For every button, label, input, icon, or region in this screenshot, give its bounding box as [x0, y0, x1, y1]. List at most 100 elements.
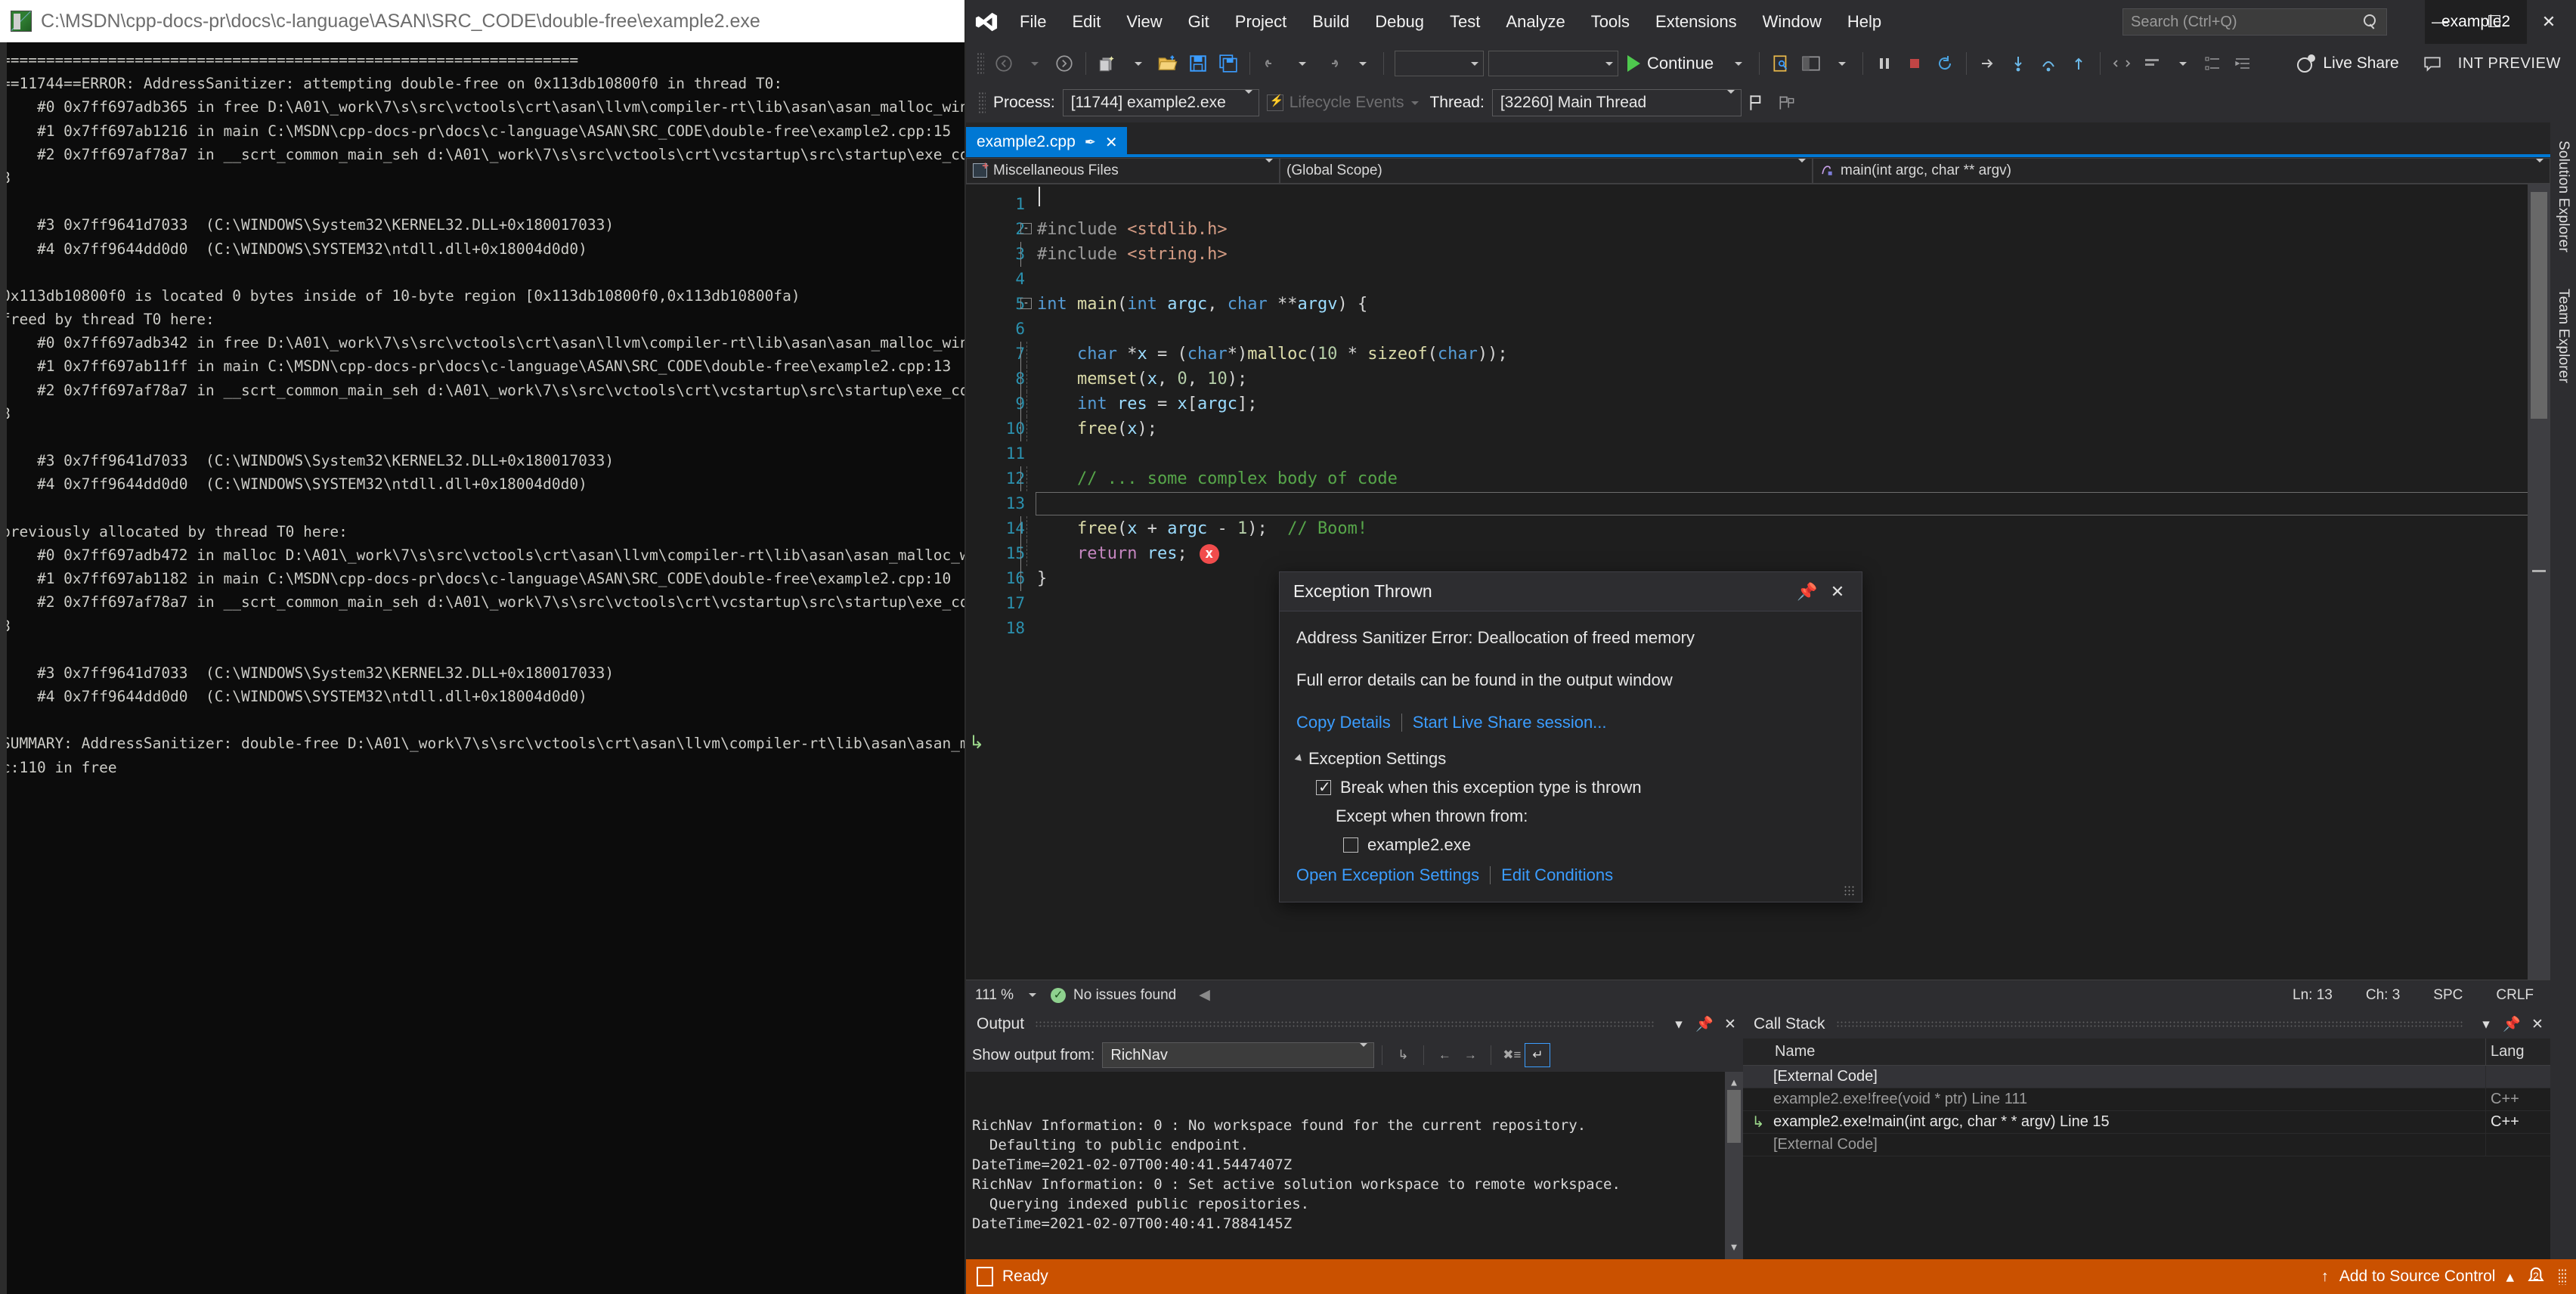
- navigate-forward-icon[interactable]: [1049, 48, 1079, 79]
- code-line[interactable]: 11: [990, 441, 2550, 466]
- menu-item-edit[interactable]: Edit: [1059, 0, 1113, 44]
- pin-icon[interactable]: 📌: [2499, 1015, 2525, 1033]
- step-out-icon[interactable]: [2064, 48, 2094, 79]
- console-scrollbar[interactable]: [0, 42, 7, 1294]
- code-line[interactable]: 3 #include <string.h>: [990, 242, 2550, 267]
- comment-icon[interactable]: [2107, 48, 2137, 79]
- attach-to-process-icon[interactable]: [1766, 48, 1796, 79]
- code-line[interactable]: 12 // ... some complex body of code: [990, 466, 2550, 491]
- navbar-scope-combo[interactable]: (Global Scope): [1280, 157, 1813, 184]
- close-icon[interactable]: ✕: [1717, 1016, 1743, 1033]
- outline-icon[interactable]: [2197, 48, 2228, 79]
- lifecycle-events-dropdown[interactable]: Lifecycle Events: [1266, 94, 1420, 112]
- zoom-combo[interactable]: 111 %: [966, 987, 1051, 1004]
- menu-item-analyze[interactable]: Analyze: [1493, 0, 1577, 44]
- menu-item-debug[interactable]: Debug: [1362, 0, 1437, 44]
- call-stack-row[interactable]: ↳ example2.exe!main(int argc, char * * ar…: [1743, 1111, 2550, 1134]
- redo-icon[interactable]: [1317, 48, 1347, 79]
- editor-vertical-scrollbar[interactable]: [2528, 184, 2550, 980]
- issues-nav-left-icon[interactable]: ◀: [1176, 986, 1210, 1004]
- minimize-button[interactable]: —: [2413, 0, 2467, 44]
- pin-icon[interactable]: ✒: [1085, 135, 1096, 150]
- redo-dropdown-icon[interactable]: [1347, 48, 1377, 79]
- call-stack-row[interactable]: [External Code]: [1743, 1066, 2550, 1088]
- scrollbar-thumb[interactable]: [1727, 1090, 1741, 1143]
- code-line[interactable]: 7 char *x = (char*)malloc(10 * sizeof(ch…: [990, 342, 2550, 367]
- code-line[interactable]: 15 return res; x: [990, 541, 2550, 566]
- save-icon[interactable]: [1183, 48, 1213, 79]
- next-message-icon[interactable]: →: [1457, 1043, 1483, 1067]
- platform-combo[interactable]: [1488, 51, 1618, 76]
- undo-dropdown-icon[interactable]: [1286, 48, 1317, 79]
- close-button[interactable]: ✕: [2522, 0, 2576, 44]
- menu-item-tools[interactable]: Tools: [1578, 0, 1643, 44]
- code-line[interactable]: 13: [990, 187, 2550, 516]
- uncomment-icon[interactable]: [2137, 48, 2167, 79]
- break-when-thrown-checkbox[interactable]: [1316, 778, 1331, 797]
- uncomment-dropdown-icon[interactable]: [2167, 48, 2197, 79]
- window-layout-dropdown-icon[interactable]: [1826, 48, 1856, 79]
- quick-launch-search[interactable]: [2122, 8, 2387, 36]
- code-text-area[interactable]: 1 2 #include <stdlib.h> -3 #include <string.…: [990, 184, 2550, 980]
- call-stack-row[interactable]: [External Code]: [1743, 1134, 2550, 1156]
- copy-details-link[interactable]: Copy Details: [1296, 713, 1391, 732]
- menu-item-view[interactable]: View: [1113, 0, 1175, 44]
- start-live-share-link[interactable]: Start Live Share session...: [1413, 713, 1607, 732]
- menu-item-project[interactable]: Project: [1222, 0, 1299, 44]
- code-line[interactable]: 9 int res = x[argc];: [990, 392, 2550, 416]
- navigate-backward-icon[interactable]: [989, 48, 1019, 79]
- close-icon[interactable]: ✕: [1105, 133, 1118, 152]
- configuration-combo[interactable]: [1395, 51, 1484, 76]
- scroll-down-icon[interactable]: ▼: [1725, 1238, 1743, 1258]
- go-to-message-icon[interactable]: ↳: [1390, 1043, 1416, 1067]
- restart-icon[interactable]: [1930, 48, 1960, 79]
- break-when-thrown-row[interactable]: Break when this exception type is thrown: [1316, 778, 1845, 797]
- output-text[interactable]: RichNav Information: 0 : No workspace fo…: [966, 1072, 1743, 1259]
- code-line[interactable]: 1: [990, 192, 2550, 217]
- stop-debugging-icon[interactable]: [1899, 48, 1930, 79]
- menu-item-window[interactable]: Window: [1750, 0, 1834, 44]
- menu-item-git[interactable]: Git: [1175, 0, 1222, 44]
- output-source-combo[interactable]: RichNav: [1102, 1042, 1375, 1068]
- resize-grip[interactable]: [2558, 1268, 2567, 1285]
- show-threads-icon[interactable]: [1772, 88, 1802, 118]
- exception-thrown-popup[interactable]: Exception Thrown 📌 ✕ Address Sanitizer E…: [1279, 571, 1862, 902]
- toolbar-grip[interactable]: [977, 52, 984, 75]
- new-project-icon[interactable]: [1092, 48, 1122, 79]
- menu-item-build[interactable]: Build: [1299, 0, 1362, 44]
- open-exception-settings-link[interactable]: Open Exception Settings: [1296, 865, 1479, 885]
- debugbar-grip[interactable]: [978, 91, 986, 114]
- search-input[interactable]: [2131, 13, 2362, 31]
- menu-item-test[interactable]: Test: [1437, 0, 1493, 44]
- panel-menu-icon[interactable]: ▾: [1666, 1016, 1692, 1033]
- panel-menu-icon[interactable]: ▾: [2473, 1016, 2499, 1033]
- show-next-statement-icon[interactable]: [1973, 48, 2003, 79]
- flag-thread-icon[interactable]: [1742, 88, 1772, 118]
- continue-button[interactable]: Continue: [1618, 48, 1723, 79]
- new-project-dropdown-icon[interactable]: [1122, 48, 1153, 79]
- panel-drag-dots[interactable]: [1035, 1020, 1655, 1028]
- navigate-backward-dropdown-icon[interactable]: [1019, 48, 1049, 79]
- add-to-source-control-button[interactable]: Add to Source Control: [2339, 1268, 2496, 1286]
- menu-item-extensions[interactable]: Extensions: [1643, 0, 1750, 44]
- code-line[interactable]: 8 memset(x, 0, 10);: [990, 367, 2550, 392]
- notifications-button[interactable]: 2: [2525, 1265, 2547, 1288]
- save-all-icon[interactable]: [1213, 48, 1243, 79]
- code-line[interactable]: 4: [990, 267, 2550, 292]
- navbar-project-combo[interactable]: Miscellaneous Files: [966, 157, 1280, 184]
- fold-toggle-icon[interactable]: -: [1020, 298, 1032, 309]
- toggle-word-wrap-icon[interactable]: ↵: [1525, 1043, 1551, 1067]
- sidebar-item-solution-explorer[interactable]: Solution Explorer: [2553, 133, 2573, 260]
- process-combo[interactable]: [11744] example2.exe: [1062, 89, 1259, 116]
- previous-message-icon[interactable]: ←: [1432, 1043, 1457, 1067]
- feedback-icon[interactable]: [2417, 48, 2448, 79]
- maximize-button[interactable]: ☐: [2467, 0, 2522, 44]
- live-share-button[interactable]: Live Share: [2290, 48, 2406, 79]
- window-layout-icon[interactable]: [1796, 48, 1826, 79]
- step-into-icon[interactable]: [2003, 48, 2033, 79]
- exception-settings-expander[interactable]: Exception Settings: [1294, 749, 1845, 769]
- open-file-icon[interactable]: [1153, 48, 1183, 79]
- code-line[interactable]: 2 #include <stdlib.h> -: [990, 217, 2550, 242]
- call-stack-grid[interactable]: Name Lang [External Code] example2.exe!fr…: [1743, 1039, 2550, 1259]
- pin-icon[interactable]: 📌: [1692, 1015, 1717, 1033]
